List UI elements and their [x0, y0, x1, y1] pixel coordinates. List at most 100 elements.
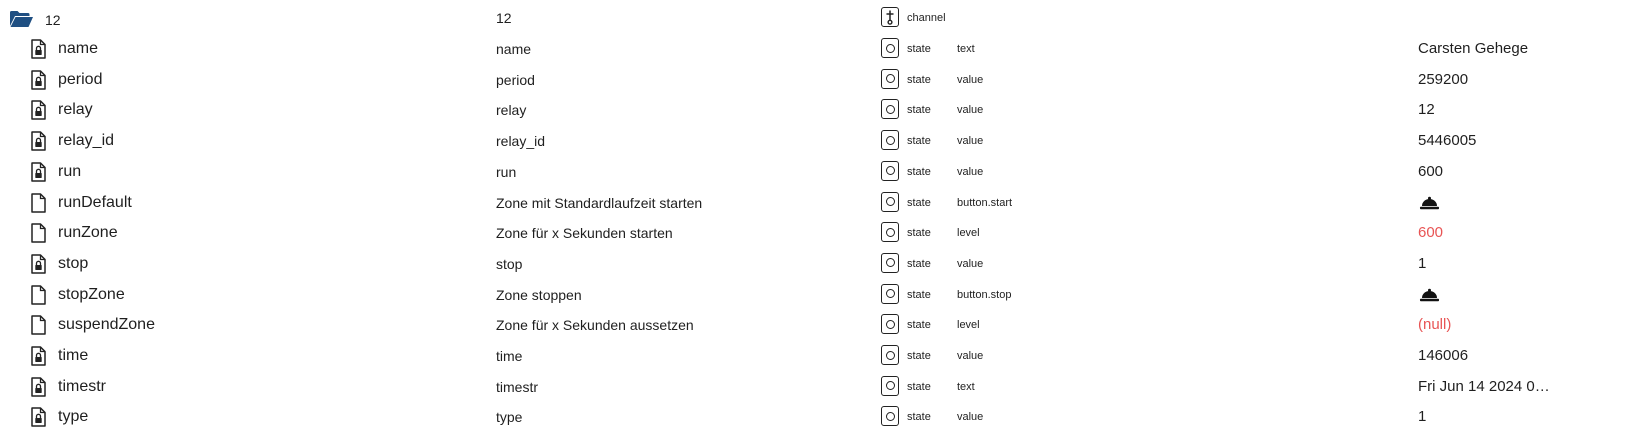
channel-icon	[881, 7, 899, 27]
tree-row-timestr[interactable]: timestr timestr state text Fri Jun 14 2024 0…	[0, 371, 1633, 402]
tree-row-period[interactable]: period period state value 259200	[0, 64, 1633, 95]
object-value: 12	[1418, 101, 1435, 119]
tree-row-runZone[interactable]: runZone Zone für x Sekunden starten state l…	[0, 217, 1633, 248]
file-icon	[31, 223, 46, 243]
object-role: level	[957, 319, 980, 332]
state-icon	[881, 314, 899, 335]
object-description: name	[496, 41, 532, 57]
object-description: stop	[496, 255, 523, 272]
object-name: relay_id	[58, 132, 115, 150]
object-value: 1	[1418, 254, 1427, 272]
file-lock-icon	[31, 346, 46, 366]
object-description: relay_id	[496, 133, 546, 150]
file-icon	[31, 192, 46, 213]
object-name: runDefault	[58, 193, 132, 211]
object-type: state	[907, 288, 931, 301]
object-type: state	[907, 257, 931, 270]
state-icon	[881, 406, 899, 427]
tree-row-stopZone[interactable]: stopZone Zone stoppen state button.stop	[0, 279, 1633, 310]
object-name: suspendZone	[58, 316, 155, 334]
object-role: text	[957, 380, 975, 393]
object-description: run	[496, 163, 517, 180]
state-icon	[881, 283, 899, 304]
object-description: Zone für x Sekunden aussetzen	[496, 317, 694, 334]
file-lock-icon	[31, 254, 46, 274]
state-icon	[881, 375, 899, 396]
tree-row-suspendZone[interactable]: suspendZone Zone für x Sekunden aussetzen…	[0, 309, 1633, 340]
state-icon	[881, 345, 899, 365]
object-tree: 12 12 channel name name state text Carsten G…	[0, 0, 1633, 447]
object-description: Zone stoppen	[496, 286, 582, 303]
object-role: value	[957, 350, 984, 362]
object-description: type	[496, 409, 523, 426]
tree-row-type[interactable]: type type state value 1	[0, 401, 1633, 432]
object-value: Carsten Gehege	[1418, 40, 1529, 57]
object-value: Fri Jun 14 2024 07...	[1418, 377, 1554, 395]
object-role: value	[957, 257, 984, 270]
object-type: channel	[907, 12, 946, 24]
object-description: Zone mit Standardlaufzeit starten	[496, 194, 703, 211]
tree-row-runDefault[interactable]: runDefault Zone mit Standardlaufzeit star…	[0, 187, 1633, 218]
object-type: state	[907, 227, 931, 240]
object-description: 12	[496, 10, 512, 26]
object-description: timestr	[496, 378, 538, 395]
object-role: button.start	[957, 196, 1013, 209]
object-role: value	[957, 104, 984, 117]
file-lock-icon	[31, 162, 46, 182]
tree-row-relay_id[interactable]: relay_id relay_id state value 5446005	[0, 125, 1633, 156]
file-icon	[31, 284, 46, 305]
object-role: value	[957, 411, 984, 424]
tree-row-stop[interactable]: stop stop state value 1	[0, 248, 1633, 279]
object-value[interactable]: 600	[1418, 224, 1443, 241]
object-type: state	[907, 43, 931, 55]
object-type: state	[907, 135, 931, 148]
object-type: state	[907, 319, 931, 332]
state-icon	[881, 99, 899, 120]
file-lock-icon	[31, 100, 46, 121]
tree-row-channel[interactable]: 12 12 channel	[0, 2, 1633, 33]
bell-button-icon[interactable]	[1419, 288, 1440, 302]
state-icon	[881, 191, 899, 212]
tree-row-time[interactable]: time time state value 146006	[0, 340, 1633, 371]
state-icon	[881, 68, 899, 89]
object-type: state	[907, 380, 931, 393]
object-type: state	[907, 104, 931, 117]
object-name: timestr	[58, 377, 106, 395]
object-value: 259200	[1418, 70, 1469, 88]
tree-row-name[interactable]: name name state text Carsten Gehege	[0, 33, 1633, 64]
object-name: 12	[45, 12, 61, 28]
object-description: period	[496, 71, 535, 88]
object-name: stopZone	[58, 285, 125, 303]
object-name: stop	[58, 254, 89, 272]
object-type: state	[907, 350, 931, 362]
tree-row-relay[interactable]: relay relay state value 12	[0, 94, 1633, 125]
object-name: runZone	[58, 224, 118, 242]
bell-button-icon[interactable]	[1419, 196, 1440, 210]
file-lock-icon	[31, 376, 46, 397]
object-description: relay	[496, 102, 527, 119]
folder-open-icon[interactable]	[9, 10, 34, 28]
state-icon	[881, 38, 899, 58]
object-type: state	[907, 165, 931, 178]
object-name: relay	[58, 101, 93, 119]
object-name: run	[58, 162, 82, 180]
state-icon	[881, 130, 899, 151]
object-value[interactable]: (null)	[1418, 316, 1451, 333]
state-icon	[881, 160, 899, 181]
object-role: value	[957, 73, 984, 86]
object-name: name	[58, 40, 99, 57]
object-name: period	[58, 70, 103, 88]
object-role: value	[957, 165, 984, 178]
object-role: level	[957, 227, 980, 240]
object-name: time	[58, 347, 89, 364]
file-lock-icon	[31, 69, 46, 90]
state-icon	[881, 222, 899, 243]
file-lock-icon	[31, 39, 46, 59]
object-description: time	[496, 348, 523, 364]
object-role: text	[957, 43, 975, 55]
file-lock-icon	[31, 131, 46, 151]
tree-row-run[interactable]: run run state value 600	[0, 156, 1633, 187]
object-description: Zone für x Sekunden starten	[496, 225, 673, 242]
object-value: 146006	[1418, 347, 1469, 364]
file-icon	[31, 315, 46, 336]
